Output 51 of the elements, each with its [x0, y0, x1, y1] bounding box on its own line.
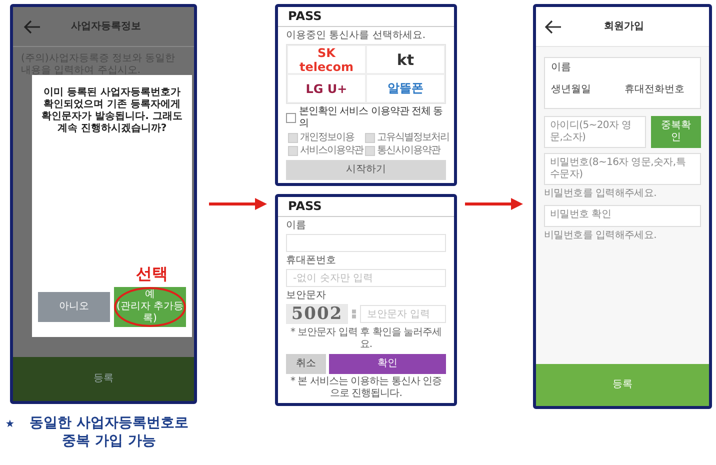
register-button[interactable]: 등록 [13, 357, 194, 401]
duplicate-check-button[interactable]: 중복확인 [651, 116, 701, 148]
identity-label: 생년월일 [551, 84, 592, 96]
dialog-button[interactable]: 예 (관리자 추가등록) [114, 287, 186, 327]
footer-text: * 본 서비스는 이용하는 통신사 인증으로 진행됩니다. [290, 376, 442, 400]
screen-title: 사업자등록정보 [71, 20, 141, 32]
cancel-button[interactable]: 취소 [286, 354, 326, 374]
checkbox-label: 본인확인 서비스 이용약관 전체 동의 [299, 106, 444, 130]
caption-text: 동일한 사업자등록번호로 중복 가입 가능 [28, 414, 190, 450]
checkbox-label: 고유식별정보처리 [377, 132, 449, 144]
checkbox-label: 통신사이용약관 [377, 145, 440, 157]
input-field[interactable] [286, 234, 446, 252]
id-input[interactable]: 아이디(5~20자 영문,소자) [544, 116, 646, 148]
dialog-button[interactable]: 아니오 [38, 292, 110, 322]
back-arrow-icon[interactable] [544, 20, 562, 34]
field-label: 휴대폰번호 [286, 255, 337, 267]
checkbox[interactable] [365, 146, 375, 156]
hint-text: 비밀번호를 입력해주세요. [544, 188, 658, 200]
brand-title: PASS [278, 7, 454, 27]
screen-title: 회원가입 [604, 20, 644, 32]
identity-label: 휴대전화번호 [624, 84, 686, 96]
checkbox[interactable] [365, 133, 375, 143]
hint-text: 비밀번호를 입력해주세요. [544, 230, 658, 242]
dialog-message: 이미 등록된 사업자등록번호가 확인되었으며 기존 등록자에게 확인문자가 발송됩니다. 그래도 계속 진행하시겠습니까? [40, 87, 184, 135]
password-input[interactable]: 비밀번호(8~16자 영문,숫자,특수문자) [544, 153, 701, 185]
field-label: 이름 [286, 220, 307, 232]
checkbox-label: 개인정보이용 [300, 132, 354, 144]
input-field[interactable]: -없이 숫자만 입력 [286, 269, 446, 287]
arrow-icon [209, 197, 267, 211]
identity-label: 이름 [551, 62, 572, 74]
brand-title: PASS [278, 197, 454, 217]
checkbox[interactable] [288, 146, 298, 156]
callout-label: 선택 [136, 264, 168, 283]
field-label: 보안문자 [286, 290, 327, 302]
password-confirm-input[interactable]: 비밀번호 확인 [544, 205, 701, 227]
prompt-text: 이용중인 통신사를 선택하세요. [286, 30, 427, 42]
arrow-icon [465, 197, 523, 211]
confirm-button[interactable]: 확인 [329, 354, 446, 374]
carrier-tile[interactable]: SK telecom [287, 45, 366, 74]
checkbox-label: 서비스이용약관 [300, 145, 363, 157]
highlight-ellipse [114, 287, 186, 327]
star-icon [6, 418, 14, 429]
captcha-input[interactable]: 보안문자 입력 [360, 305, 446, 323]
checkbox[interactable] [288, 133, 298, 143]
register-button[interactable]: 등록 [536, 364, 709, 406]
carrier-tile[interactable]: LG U+ [287, 74, 366, 103]
carrier-tile[interactable]: kt [366, 45, 445, 74]
checkbox[interactable] [286, 113, 296, 123]
carrier-tile[interactable]: 알뜰폰 [366, 74, 445, 103]
note-text: * 보안문자 입력 후 확인을 눌러주세요. [290, 327, 442, 351]
captcha-image: 5002 [286, 304, 348, 324]
